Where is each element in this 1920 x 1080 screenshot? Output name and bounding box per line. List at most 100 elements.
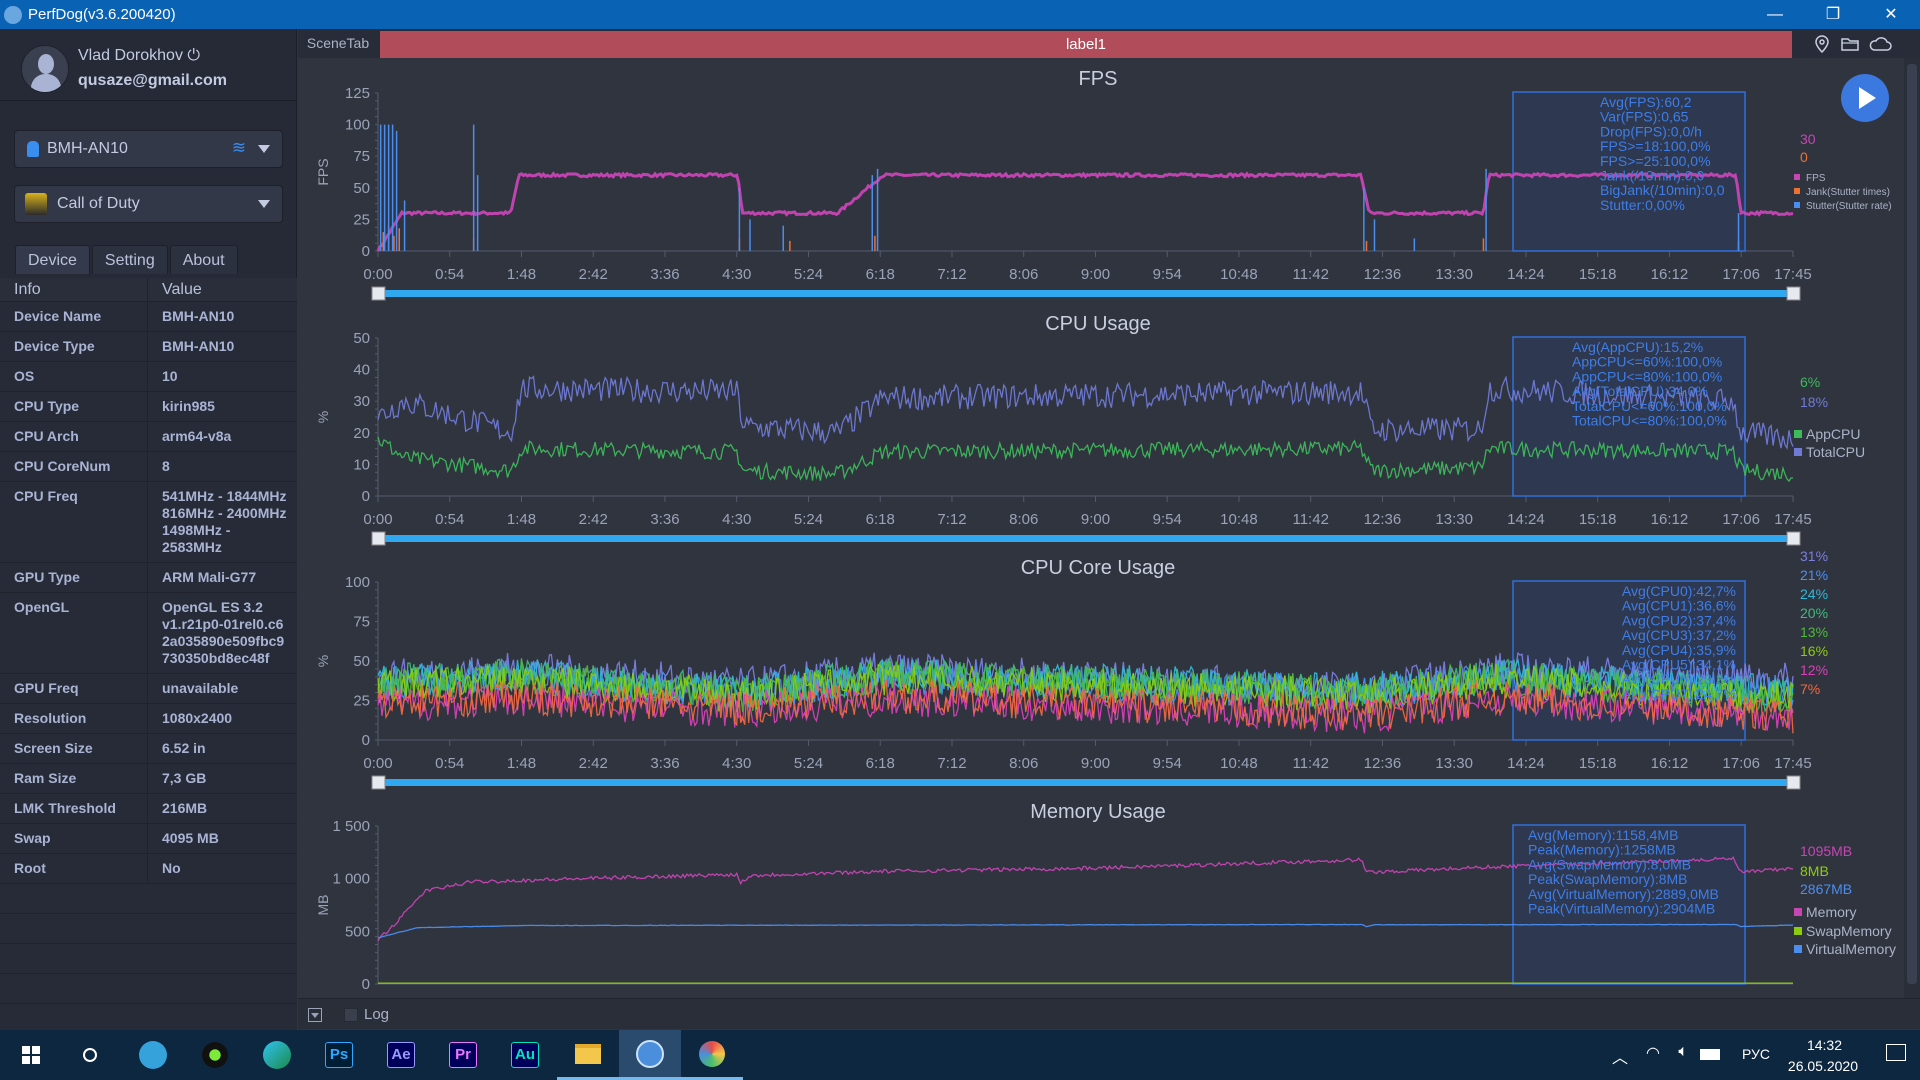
perfdog-taskbar-button[interactable]: [619, 1030, 681, 1080]
show-hidden-icons-icon[interactable]: ︿: [1612, 1044, 1628, 1068]
power-icon[interactable]: ⏻: [187, 47, 200, 64]
device-select-value: BMH-AN10: [47, 140, 128, 157]
telegram-taskbar-button[interactable]: [122, 1030, 184, 1080]
table-row: Device Name BMH-AN10: [0, 302, 297, 332]
language-indicator[interactable]: РУС: [1742, 1046, 1770, 1062]
green-app-taskbar-button[interactable]: [184, 1030, 246, 1080]
log-checkbox[interactable]: [344, 1008, 358, 1022]
fps-chart: FPS FPS 0 25 50 75 100 125 0:00 0:54 1:48 2:42 3:36 4…: [315, 68, 1892, 301]
sidebar-tabs: Device Setting About: [15, 245, 238, 274]
scrollbar-thumb[interactable]: [1907, 64, 1917, 984]
y-tick-label: 50: [353, 653, 370, 670]
close-button[interactable]: ✕: [1862, 0, 1920, 29]
time-range-slider[interactable]: [378, 779, 1793, 786]
stats-line: Avg(CPU3):37,2%: [1622, 627, 1736, 643]
cloud-icon[interactable]: [1868, 34, 1892, 54]
tab-device[interactable]: Device: [15, 245, 90, 274]
y-tick-label: 0: [362, 732, 370, 749]
app-select[interactable]: Call of Duty: [14, 185, 283, 223]
scene-label[interactable]: label1: [380, 31, 1792, 58]
after-effects-taskbar-button[interactable]: Ae: [370, 1030, 432, 1080]
slider-end-handle[interactable]: [1786, 286, 1801, 301]
info-label: Ram Size: [0, 764, 148, 793]
info-label: GPU Type: [0, 563, 148, 592]
info-label: GPU Freq: [0, 674, 148, 703]
slider-start-handle[interactable]: [371, 531, 386, 546]
x-tick-label: 12:36: [1364, 755, 1402, 772]
x-tick-label: 0:54: [435, 755, 464, 772]
search-icon: [83, 1048, 97, 1062]
current-value: 0: [1800, 149, 1808, 165]
info-label: CPU Type: [0, 392, 148, 421]
info-value: 8: [162, 458, 170, 474]
paint-taskbar-button[interactable]: [681, 1030, 743, 1080]
network-icon[interactable]: ◠: [1646, 1043, 1660, 1063]
clock-time[interactable]: 14:32: [1807, 1037, 1842, 1053]
legend-swatch: [1794, 188, 1800, 194]
restore-button[interactable]: ❐: [1804, 0, 1862, 29]
y-tick-label: 500: [345, 923, 370, 940]
current-value: 6%: [1800, 374, 1820, 390]
current-value: 24%: [1800, 586, 1828, 602]
y-tick-label: 20: [353, 425, 370, 442]
slider-start-handle[interactable]: [371, 286, 386, 301]
x-tick-label: 0:54: [435, 511, 464, 528]
premiere-taskbar-button[interactable]: Pr: [432, 1030, 494, 1080]
stats-line: Peak(VirtualMemory):2904MB: [1528, 901, 1715, 917]
x-tick-label: 15:18: [1579, 511, 1617, 528]
info-value: ARM Mali-G77: [162, 569, 257, 585]
main-scrollbar[interactable]: [1904, 58, 1920, 998]
legend-item: SwapMemory: [1806, 923, 1892, 939]
stats-line: Avg(AppCPU):15,2%: [1572, 339, 1703, 355]
info-value: kirin985: [162, 398, 215, 414]
minimize-button[interactable]: —: [1746, 0, 1804, 29]
search-taskbar-button[interactable]: [59, 1030, 121, 1080]
x-tick-label: 12:36: [1364, 266, 1402, 283]
photoshop-icon: Ps: [325, 1042, 353, 1068]
premiere-icon: Pr: [449, 1042, 477, 1068]
x-tick-label: 1:48: [507, 266, 536, 283]
slider-end-handle[interactable]: [1786, 531, 1801, 546]
windows-start-taskbar-button[interactable]: [0, 1030, 62, 1080]
folder-icon[interactable]: [1840, 34, 1860, 54]
avatar[interactable]: [21, 45, 69, 93]
y-tick-label: 125: [345, 85, 370, 102]
volume-icon[interactable]: 🔈︎: [1678, 1043, 1688, 1061]
y-axis-label: %: [315, 655, 331, 667]
scene-tab[interactable]: SceneTab: [298, 29, 378, 58]
notifications-icon[interactable]: [1886, 1044, 1906, 1061]
y-tick-label: 50: [353, 330, 370, 347]
battery-icon[interactable]: [1700, 1049, 1720, 1060]
expand-log-button[interactable]: [308, 1008, 322, 1022]
x-tick-label: 13:30: [1435, 266, 1473, 283]
clock-date[interactable]: 26.05.2020: [1788, 1058, 1858, 1074]
table-row: OpenGL OpenGL ES 3.2 v1.r21p0-01rel0.c6 2…: [0, 593, 297, 674]
tab-setting[interactable]: Setting: [91, 245, 168, 274]
info-value: 4095 MB: [162, 830, 219, 846]
device-select[interactable]: BMH-AN10 ≋: [14, 130, 283, 168]
x-tick-label: 5:24: [794, 755, 823, 772]
legend-item: Jank(Stutter times): [1806, 187, 1890, 198]
play-button[interactable]: [1841, 74, 1889, 122]
current-value: 31%: [1800, 548, 1828, 564]
x-tick-label: 9:54: [1153, 266, 1182, 283]
y-tick-label: 75: [353, 148, 370, 165]
info-label: Device Name: [0, 302, 148, 331]
edge-beta-taskbar-button[interactable]: [246, 1030, 308, 1080]
x-tick-label: 9:00: [1081, 755, 1110, 772]
tab-about[interactable]: About: [169, 245, 238, 274]
time-range-slider[interactable]: [378, 290, 1793, 297]
table-row: Swap 4095 MB: [0, 824, 297, 854]
location-pin-icon[interactable]: [1812, 34, 1832, 54]
y-tick-label: 0: [362, 243, 370, 260]
photoshop-taskbar-button[interactable]: Ps: [308, 1030, 370, 1080]
slider-start-handle[interactable]: [371, 775, 386, 790]
slider-end-handle[interactable]: [1786, 775, 1801, 790]
file-explorer-taskbar-button[interactable]: [557, 1030, 619, 1080]
scene-bar: SceneTab label1: [298, 29, 1920, 58]
time-range-slider[interactable]: [378, 535, 1793, 542]
x-tick-label: 17:45: [1774, 755, 1812, 772]
audition-taskbar-button[interactable]: Au: [494, 1030, 556, 1080]
y-tick-label: 25: [353, 211, 370, 228]
stats-line: Peak(SwapMemory):8MB: [1528, 871, 1688, 887]
